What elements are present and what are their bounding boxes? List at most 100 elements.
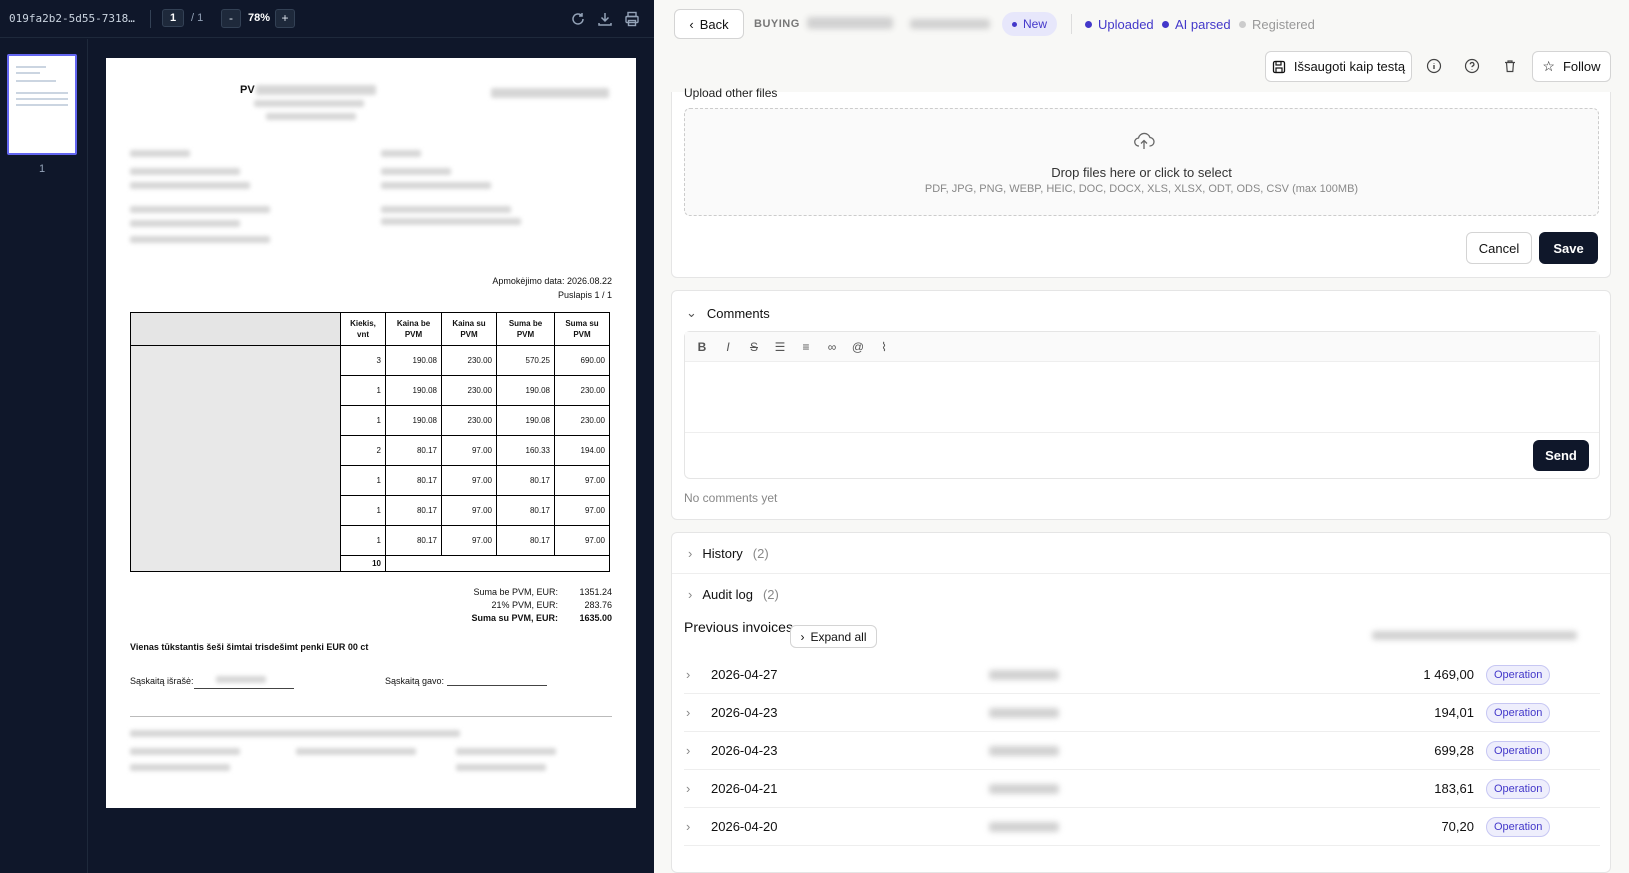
invoice-cell: 1 xyxy=(340,525,386,556)
follow-button[interactable]: ☆ Follow xyxy=(1532,51,1611,82)
invoice-cell: 97.00 xyxy=(554,525,610,556)
divider xyxy=(1071,14,1072,34)
previous-invoices-title: Previous invoices xyxy=(684,619,793,635)
previous-invoice-row[interactable]: › 2026-04-21 183,61 Operation xyxy=(684,770,1600,808)
invoice-cell: 1 xyxy=(340,405,386,436)
invoice-cell: 230.00 xyxy=(554,375,610,406)
italic-button[interactable]: I xyxy=(719,340,737,354)
redacted-text xyxy=(266,113,356,120)
expand-all-button[interactable]: › Expand all xyxy=(790,625,877,648)
comment-textarea[interactable] xyxy=(685,362,1599,434)
file-dropzone[interactable]: Drop files here or click to select PDF, … xyxy=(684,108,1599,216)
divider xyxy=(130,716,612,717)
thumbnail-panel: 1 xyxy=(0,39,88,873)
send-button[interactable]: Send xyxy=(1533,440,1589,471)
invoice-cell: 190.08 xyxy=(385,375,442,406)
bold-button[interactable]: B xyxy=(693,340,711,354)
redacted-text xyxy=(130,730,460,737)
redacted-text xyxy=(256,85,376,95)
total-value: 283.76 xyxy=(584,600,612,610)
dropzone-formats: PDF, JPG, PNG, WEBP, HEIC, DOC, DOCX, XL… xyxy=(924,183,1359,195)
page-info: Puslapis 1 / 1 xyxy=(557,290,612,300)
numbered-list-icon[interactable]: ≡ xyxy=(797,340,815,354)
back-label: Back xyxy=(699,16,729,32)
invoice-cell: 2 xyxy=(340,435,386,466)
total-value: 1351.24 xyxy=(579,587,612,597)
invoice-cell: 80.17 xyxy=(385,465,442,496)
redacted-cell xyxy=(130,465,341,496)
history-label: History xyxy=(702,545,743,561)
audit-log-toggle[interactable]: › Audit log (2) xyxy=(672,574,1611,614)
pdf-toolbar: 019fa2b2-5d55-7318… 1 / 1 - 78% + xyxy=(0,0,654,38)
previous-invoice-row[interactable]: › 2026-04-27 1 469,00 Operation xyxy=(684,656,1600,694)
col-header: Kiekis, vnt xyxy=(340,312,386,346)
print-icon[interactable] xyxy=(623,10,641,28)
back-button[interactable]: ‹ Back xyxy=(674,9,744,39)
empty-cell xyxy=(385,555,610,572)
invoice-cell: 160.33 xyxy=(496,435,555,466)
pdf-viewer: 019fa2b2-5d55-7318… 1 / 1 - 78% + 1 PV A… xyxy=(0,0,654,873)
previous-invoice-row[interactable]: › 2026-04-23 194,01 Operation xyxy=(684,694,1600,732)
cloud-upload-icon xyxy=(1134,132,1155,149)
chevron-right-icon: › xyxy=(688,545,693,561)
no-comments-text: No comments yet xyxy=(684,491,778,505)
invoice-amount: 183,61 xyxy=(1434,781,1474,796)
invoice-amount: 194,01 xyxy=(1434,705,1474,720)
chevron-down-icon: ⌄ xyxy=(686,305,697,320)
link-icon[interactable]: ∞ xyxy=(823,340,841,354)
mention-icon[interactable]: @ xyxy=(849,340,867,354)
previous-invoice-row[interactable]: › 2026-04-20 70,20 Operation xyxy=(684,808,1600,846)
step-label: Uploaded xyxy=(1098,17,1154,32)
qty-total: 10 xyxy=(340,555,386,572)
redacted-cell xyxy=(130,555,341,572)
bullet-list-icon[interactable]: ☰ xyxy=(771,340,789,354)
strike-button[interactable]: S xyxy=(745,340,763,354)
invoice-cell: 190.08 xyxy=(496,405,555,436)
doc-title: PV xyxy=(240,84,255,96)
save-as-test-button[interactable]: Išsaugoti kaip testą xyxy=(1265,51,1412,82)
redacted-text xyxy=(989,784,1059,794)
page-thumbnail[interactable] xyxy=(7,54,77,155)
zoom-out-button[interactable]: - xyxy=(221,9,241,28)
download-icon[interactable] xyxy=(596,10,614,28)
status-badge-label: New xyxy=(1023,17,1048,31)
redacted-text xyxy=(381,182,491,189)
page-number-input[interactable]: 1 xyxy=(162,9,184,27)
file-name: 019fa2b2-5d55-7318… xyxy=(9,12,135,25)
redacted-text xyxy=(456,764,546,771)
invoice-cell: 97.00 xyxy=(441,465,497,496)
signature-line xyxy=(194,688,294,689)
issued-by-label: Sąskaitą išrašė: xyxy=(130,676,194,686)
rotate-icon[interactable] xyxy=(569,10,587,28)
invoice-cell: 80.17 xyxy=(385,525,442,556)
chevron-right-icon: › xyxy=(686,819,691,834)
editor-toolbar: B I S ☰ ≡ ∞ @ ⌇ xyxy=(685,332,1599,362)
expand-all-label: Expand all xyxy=(810,629,867,644)
comments-header[interactable]: ⌄ Comments xyxy=(686,305,770,321)
invoice-row: 1 80.17 97.00 80.17 97.00 xyxy=(130,525,610,556)
redacted-text xyxy=(254,100,364,107)
trash-icon[interactable] xyxy=(1500,56,1520,76)
invoice-row: 3 190.08 230.00 570.25 690.00 xyxy=(130,345,610,376)
zoom-in-button[interactable]: + xyxy=(275,9,295,28)
operation-badge: Operation xyxy=(1486,741,1551,761)
comment-editor: B I S ☰ ≡ ∞ @ ⌇ Send xyxy=(684,331,1600,479)
payment-date: Apmokėjimo data: 2026.08.22 xyxy=(492,276,612,286)
redacted-text xyxy=(910,19,990,29)
redacted-text xyxy=(989,708,1059,718)
info-icon[interactable] xyxy=(1424,56,1444,76)
save-icon xyxy=(1272,60,1285,73)
redacted-text xyxy=(807,17,893,29)
attachment-icon[interactable]: ⌇ xyxy=(875,340,893,354)
document-type: BUYING xyxy=(754,18,800,30)
redacted-cell xyxy=(130,435,341,466)
save-button[interactable]: Save xyxy=(1539,232,1598,264)
cancel-button[interactable]: Cancel xyxy=(1466,232,1532,264)
help-icon[interactable] xyxy=(1462,56,1482,76)
previous-invoice-row[interactable]: › 2026-04-23 699,28 Operation xyxy=(684,732,1600,770)
operation-badge: Operation xyxy=(1486,665,1551,685)
invoice-cell: 80.17 xyxy=(496,465,555,496)
invoice-cell: 230.00 xyxy=(441,375,497,406)
history-toggle[interactable]: › History (2) xyxy=(672,533,1611,573)
redacted-text xyxy=(130,150,190,157)
